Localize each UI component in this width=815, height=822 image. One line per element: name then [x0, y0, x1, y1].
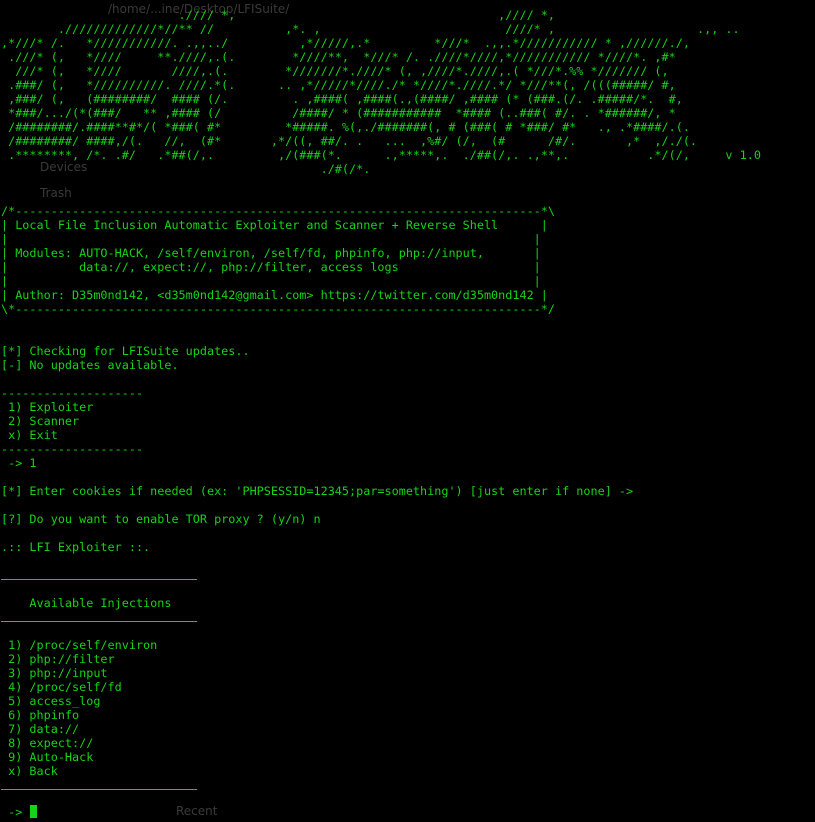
- ghost-trash: Trash: [40, 186, 72, 200]
- injection-item-php-filter: 2) php://filter: [1, 652, 115, 666]
- injection-item-auto-hack: 9) Auto-Hack: [1, 750, 94, 764]
- injections-divider-bottom: [1, 789, 197, 790]
- text-cursor[interactable]: [30, 805, 38, 818]
- injections-divider-top: [1, 579, 197, 580]
- injection-item-proc-self-environ: 1) /proc/self/environ: [1, 638, 158, 652]
- update-check-line: [*] Checking for LFISuite updates..: [1, 344, 250, 358]
- banner-art-line-2: ./////////////*//** // ,*. , ////* , .,,…: [1, 22, 740, 36]
- update-result-line: [-] No updates available.: [1, 358, 179, 372]
- banner-art-line-8: *###/.../(*(###/ ** ,#### (/ /####/ * (#…: [1, 106, 676, 120]
- cookies-prompt: [*] Enter cookies if needed (ex: 'PHPSES…: [1, 484, 634, 498]
- menu-item-scanner: 2) Scanner: [1, 414, 80, 428]
- banner-art-line-6: .###/ (, *//////////. ////.*(. .. ,*////…: [1, 78, 676, 92]
- injections-heading: Available Injections: [1, 596, 172, 610]
- injection-item-phpinfo: 6) phpinfo: [1, 708, 80, 722]
- menu-separator-bottom: --------------------: [1, 442, 144, 456]
- info-box-blank-2: | |: [1, 274, 541, 288]
- menu-choice: -> 1: [1, 456, 37, 470]
- injections-divider-middle: [1, 621, 197, 622]
- injection-item-proc-self-fd: 4) /proc/self/fd: [1, 680, 122, 694]
- banner-art-line-1: .//// *, ,//// *,: [1, 8, 555, 22]
- banner-art-line-10: /########/ ####,/(. //, (#* ,*/((, ##/. …: [1, 134, 698, 148]
- info-box-bottom: \*--------------------------------------…: [1, 302, 555, 316]
- banner-art-line-12: ./#(/*.: [1, 162, 371, 176]
- injection-item-access-log: 5) access_log: [1, 694, 101, 708]
- banner-art-line-4: .///* (, *//// **.////,.(. *////**, *///…: [1, 50, 676, 64]
- info-box-modules-2: | data://, expect://, php://filter, acce…: [1, 260, 541, 274]
- terminal-window[interactable]: /home/...ine/Desktop/LFISuite/ Devices T…: [0, 0, 815, 822]
- banner-art-line-9: /########/.####**#*/( *###( #* *#####. %…: [1, 120, 690, 134]
- menu-item-exit: x) Exit: [1, 428, 58, 442]
- info-box-title: | Local File Inclusion Automatic Exploit…: [1, 218, 548, 232]
- prompt-arrow: ->: [1, 805, 30, 819]
- banner-art-line-3: ,*///* /. *///////////. .,,../ ,*/////,.…: [1, 36, 690, 50]
- info-box-blank: | |: [1, 232, 541, 246]
- command-input-line[interactable]: ->: [1, 805, 38, 819]
- menu-item-exploiter: 1) Exploiter: [1, 400, 94, 414]
- ghost-recent: Recent: [176, 804, 218, 818]
- injection-item-expect: 8) expect://: [1, 736, 94, 750]
- tor-prompt: [?] Do you want to enable TOR proxy ? (y…: [1, 512, 321, 526]
- exploiter-title: .:: LFI Exploiter ::.: [1, 540, 151, 554]
- banner-art-line-5: ///* (, *//// ////,.(. *///////*.////* (…: [1, 64, 669, 78]
- injection-item-data: 7) data://: [1, 722, 80, 736]
- info-box-top: /*--------------------------------------…: [1, 204, 555, 218]
- menu-separator-top: --------------------: [1, 386, 144, 400]
- banner-art-line-7: ,###/ (, (########/ #### (/. . ,####( ,#…: [1, 92, 683, 106]
- info-box-author: | Author: D35m0nd142, <d35m0nd142@gmail.…: [1, 288, 548, 302]
- injection-item-php-input: 3) php://input: [1, 666, 108, 680]
- info-box-modules: | Modules: AUTO-HACK, /self/environ, /se…: [1, 246, 541, 260]
- injection-item-back: x) Back: [1, 764, 58, 778]
- banner-art-line-11: .********, /*. .#/ .*##(/,. ,/(###(*. .,…: [1, 148, 761, 162]
